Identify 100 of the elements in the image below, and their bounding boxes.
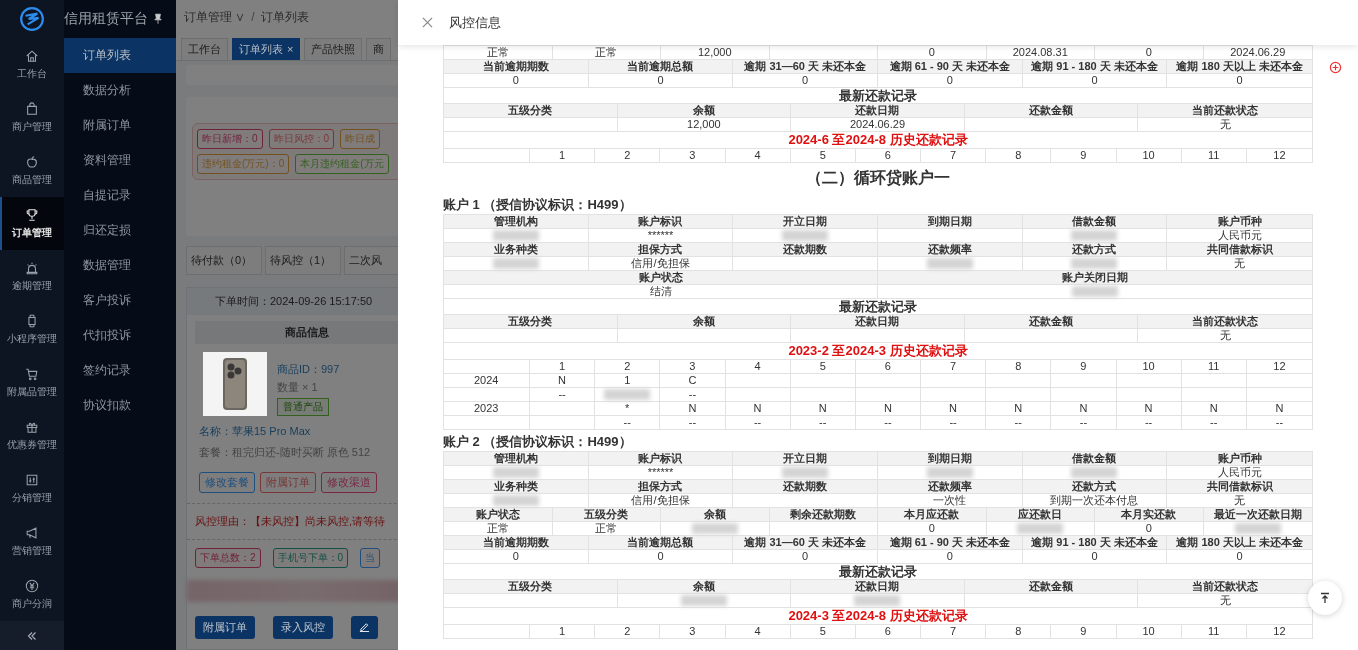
table-cell: 0 <box>657 550 664 563</box>
column-header: 当前逾期总额 <box>627 60 694 73</box>
submenu-item[interactable]: 客户投诉 <box>64 283 176 318</box>
nav-item[interactable]: 工作台 <box>0 38 64 91</box>
home-icon <box>25 48 39 63</box>
redaction-blur <box>492 230 539 241</box>
count-chip: 手机号下单：0 <box>272 548 349 568</box>
column-header: 借款金额 <box>1072 452 1117 465</box>
nav-item[interactable]: 分销管理 <box>0 462 64 515</box>
submenu-item[interactable]: 订单列表 <box>64 38 176 73</box>
table-cell: 1 <box>559 360 566 373</box>
table-cell: -- <box>1014 416 1022 429</box>
table-cell: 0 <box>512 550 519 563</box>
nav-item[interactable]: 商品管理 <box>0 144 64 197</box>
table-cell: 无 <box>1219 118 1231 131</box>
table-cell: 4 <box>754 149 761 162</box>
stat-chip: 昨日成 <box>340 129 381 149</box>
edit-button[interactable] <box>351 616 378 639</box>
table-cell: 0 <box>928 522 935 535</box>
status-tab[interactable]: 二次风 <box>344 246 398 275</box>
table-cell: 7 <box>950 360 957 373</box>
close-icon[interactable] <box>422 17 433 28</box>
submenu-item[interactable]: 资料管理 <box>64 143 176 178</box>
submenu-item[interactable]: 附属订单 <box>64 108 176 143</box>
column-header: 开立日期 <box>783 452 828 465</box>
table-cell: 无 <box>1234 257 1246 270</box>
table-cell: -- <box>753 416 762 429</box>
breadcrumb-separator: / <box>251 10 255 25</box>
column-header: 五级分类 <box>584 508 629 521</box>
table-cell: * <box>625 402 630 415</box>
table-cell: 12,000 <box>687 118 721 131</box>
nav-item[interactable]: 商户分润 <box>0 568 64 621</box>
nav-item[interactable]: 附属品管理 <box>0 356 64 409</box>
column-header: 当前还款状态 <box>1192 104 1259 117</box>
nav-item[interactable]: 小程序管理 <box>0 303 64 356</box>
nav-item[interactable]: 营销管理 <box>0 515 64 568</box>
submenu-item[interactable]: 代扣投诉 <box>64 318 176 353</box>
column-header: 还款金额 <box>1029 104 1074 117</box>
table-cell: N <box>1079 402 1088 415</box>
redaction-blur <box>854 595 901 606</box>
table-cell: 0 <box>1145 522 1152 535</box>
column-header: 还款期数 <box>783 480 828 493</box>
redaction-blur <box>1234 523 1281 534</box>
table-cell: 无 <box>1219 594 1231 607</box>
column-header: 账户标识 <box>638 452 683 465</box>
table-cell: 10 <box>1142 149 1155 162</box>
column-header: 担保方式 <box>638 243 683 256</box>
submenu-item[interactable]: 归还定损 <box>64 213 176 248</box>
nav-item[interactable]: 优惠券管理 <box>0 409 64 462</box>
column-header: 逾期 31—60 天 未还本金 <box>744 536 866 549</box>
table-cell: 10 <box>1142 625 1155 638</box>
column-header: 商品信息 <box>195 321 398 344</box>
page-tab[interactable]: 产品快照 <box>304 37 363 60</box>
submenu-item[interactable]: 协议扣款 <box>64 388 176 423</box>
status-tab[interactable]: 待付款（0） <box>186 246 262 275</box>
redaction-blur <box>680 595 727 606</box>
column-header: 共同借款标识 <box>1206 480 1273 493</box>
redaction-blur <box>926 258 973 269</box>
table-cell: 6 <box>884 149 891 162</box>
primary-button[interactable]: 附属订单 <box>195 616 255 639</box>
table-cell: 0 <box>946 550 953 563</box>
table-cell: ****** <box>647 466 674 479</box>
column-header: 到期日期 <box>927 215 972 228</box>
submenu-item[interactable]: 数据管理 <box>64 248 176 283</box>
table-cell: 6 <box>884 625 891 638</box>
redaction-blur <box>1017 523 1064 534</box>
submenu-item[interactable]: 数据分析 <box>64 73 176 108</box>
column-header: 逾期 61 - 90 天 未还本金 <box>889 60 1011 73</box>
product-name: 名称：苹果15 Pro Max <box>198 424 312 439</box>
page-tab[interactable]: 商 <box>366 37 392 60</box>
back-to-top-button[interactable] <box>1308 581 1342 615</box>
page-tab[interactable]: 工作台 <box>181 37 228 60</box>
column-header: 账户状态 <box>475 508 520 521</box>
table-cell: N <box>688 402 697 415</box>
stat-chip: 违约租金(万元)：0 <box>197 154 290 174</box>
pin-icon[interactable] <box>154 13 162 25</box>
table-cell: 信用/免担保 <box>631 494 690 507</box>
breadcrumb-link[interactable]: 订单管理 ∨ <box>184 8 246 26</box>
redaction-blur <box>1071 258 1118 269</box>
add-icon[interactable] <box>1329 61 1342 74</box>
nav-item[interactable]: 商户管理 <box>0 91 64 144</box>
primary-button[interactable]: 录入风控 <box>273 616 333 639</box>
page-tab[interactable]: 订单列表 × <box>232 37 301 60</box>
column-header: 还款日期 <box>855 580 900 593</box>
table-cell: C <box>688 374 697 387</box>
redaction-blur <box>1072 286 1118 297</box>
nav-item[interactable]: 订单管理 <box>0 197 64 250</box>
column-header: 当前还款状态 <box>1192 315 1259 328</box>
submenu-item[interactable]: 自提记录 <box>64 178 176 213</box>
column-header: 五级分类 <box>508 580 553 593</box>
status-tab[interactable]: 待风控（1） <box>265 246 341 275</box>
submenu-item[interactable]: 签约记录 <box>64 353 176 388</box>
table-cell: 到期一次还本付息 <box>1050 494 1139 507</box>
arrow-up-icon <box>1319 592 1331 604</box>
redaction-blur <box>782 230 829 241</box>
table-cell: -- <box>688 388 697 401</box>
table-cell: 2024.06.29 <box>849 118 905 131</box>
close-icon[interactable]: × <box>287 42 294 55</box>
column-header: 账户标识 <box>638 215 683 228</box>
nav-item[interactable]: 逾期管理 <box>0 250 64 303</box>
